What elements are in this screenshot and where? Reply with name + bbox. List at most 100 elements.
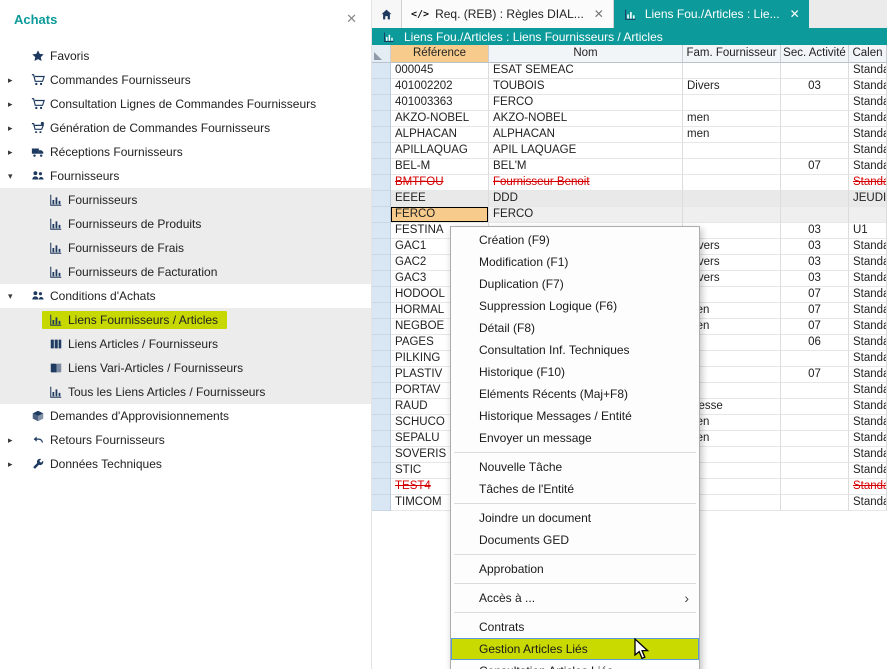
cell-sec[interactable] xyxy=(781,127,849,143)
row-selector[interactable] xyxy=(372,255,391,271)
row-selector[interactable] xyxy=(372,383,391,399)
cell-fam[interactable]: men xyxy=(683,111,781,127)
context-menu-item[interactable]: Tâches de l'Entité xyxy=(451,478,699,500)
cell-cal[interactable]: U1 xyxy=(849,223,887,239)
table-row[interactable]: ALPHACANALPHACANmenStandard xyxy=(372,127,887,143)
cell-sec[interactable]: 03 xyxy=(781,79,849,95)
cell-nom[interactable]: ESAT SEMEAC xyxy=(489,63,683,79)
sidebar-item[interactable]: Liens Articles / Fournisseurs xyxy=(0,332,371,356)
cell-sec[interactable]: 07 xyxy=(781,287,849,303)
expand-arrow-icon[interactable]: ▸ xyxy=(8,75,24,86)
table-row[interactable]: BEL-MBEL'M07Standard xyxy=(372,159,887,175)
table-row[interactable]: 401003363FERCOStandard xyxy=(372,95,887,111)
tab-home[interactable] xyxy=(372,0,402,28)
row-selector[interactable] xyxy=(372,335,391,351)
cell-sec[interactable]: 07 xyxy=(781,303,849,319)
cell-fam[interactable] xyxy=(683,159,781,175)
table-row[interactable]: 401002202TOUBOISDivers03Standard xyxy=(372,79,887,95)
cell-cal[interactable]: Standard xyxy=(849,159,887,175)
cell-ref[interactable]: APILLAQUAG xyxy=(391,143,489,159)
row-selector[interactable] xyxy=(372,319,391,335)
expand-arrow-icon[interactable]: ▸ xyxy=(8,123,24,134)
cell-ref[interactable]: 401003363 xyxy=(391,95,489,111)
sidebar-item[interactable]: Fournisseurs xyxy=(0,188,371,212)
cell-nom[interactable]: DDD xyxy=(489,191,683,207)
context-menu-item[interactable]: Historique (F10) xyxy=(451,361,699,383)
column-header[interactable]: Calen xyxy=(849,45,887,63)
cell-sec[interactable] xyxy=(781,463,849,479)
row-selector[interactable] xyxy=(372,351,391,367)
context-menu-item[interactable]: Détail (F8) xyxy=(451,317,699,339)
cell-cal[interactable]: Standard xyxy=(849,271,887,287)
cell-sec[interactable] xyxy=(781,383,849,399)
table-row[interactable]: BMTFOUFournisseur BenoitStandard xyxy=(372,175,887,191)
context-menu-item[interactable]: Modification (F1) xyxy=(451,251,699,273)
cell-nom[interactable]: AKZO-NOBEL xyxy=(489,111,683,127)
table-row[interactable]: APILLAQUAGAPIL LAQUAGEStandard xyxy=(372,143,887,159)
sidebar-item[interactable]: ▸Consultation Lignes de Commandes Fourni… xyxy=(0,92,371,116)
row-selector[interactable] xyxy=(372,303,391,319)
row-selector[interactable] xyxy=(372,63,391,79)
expand-arrow-icon[interactable]: ▾ xyxy=(8,171,24,182)
sidebar-item[interactable]: ▾Conditions d'Achats xyxy=(0,284,371,308)
row-selector[interactable] xyxy=(372,175,391,191)
select-all-corner[interactable] xyxy=(372,45,391,63)
cell-ref[interactable]: BEL-M xyxy=(391,159,489,175)
row-selector[interactable] xyxy=(372,143,391,159)
row-selector[interactable] xyxy=(372,367,391,383)
context-menu-item[interactable]: Envoyer un message xyxy=(451,427,699,449)
context-menu-item[interactable]: Documents GED xyxy=(451,529,699,551)
cell-sec[interactable] xyxy=(781,447,849,463)
row-selector[interactable] xyxy=(372,271,391,287)
sidebar-item[interactable]: Fournisseurs de Facturation xyxy=(0,260,371,284)
context-menu-item[interactable]: Nouvelle Tâche xyxy=(451,456,699,478)
cell-fam[interactable]: Divers xyxy=(683,79,781,95)
sidebar-item[interactable]: ▸Réceptions Fournisseurs xyxy=(0,140,371,164)
cell-cal[interactable]: Standard xyxy=(849,431,887,447)
cell-cal[interactable]: Standard xyxy=(849,95,887,111)
cell-fam[interactable] xyxy=(683,143,781,159)
column-header[interactable]: Nom xyxy=(489,45,683,63)
row-selector[interactable] xyxy=(372,431,391,447)
cell-cal[interactable]: Standard xyxy=(849,495,887,511)
cell-cal[interactable]: Standard xyxy=(849,239,887,255)
cell-ref[interactable]: FERCO xyxy=(391,207,489,223)
cell-sec[interactable] xyxy=(781,479,849,495)
cell-nom[interactable]: APIL LAQUAGE xyxy=(489,143,683,159)
cell-sec[interactable] xyxy=(781,191,849,207)
cell-nom[interactable]: ALPHACAN xyxy=(489,127,683,143)
cell-cal[interactable]: Standard xyxy=(849,479,887,495)
cell-ref[interactable]: 000045 xyxy=(391,63,489,79)
row-selector[interactable] xyxy=(372,223,391,239)
cell-nom[interactable]: Fournisseur Benoit xyxy=(489,175,683,191)
row-selector[interactable] xyxy=(372,191,391,207)
table-row[interactable]: FERCOFERCO xyxy=(372,207,887,223)
sidebar-item[interactable]: ▸Commandes Fournisseurs xyxy=(0,68,371,92)
expand-arrow-icon[interactable]: ▸ xyxy=(8,459,24,470)
cell-sec[interactable] xyxy=(781,399,849,415)
cell-ref[interactable]: ALPHACAN xyxy=(391,127,489,143)
column-header[interactable]: Fam. Fournisseur xyxy=(683,45,781,63)
expand-arrow-icon[interactable]: ▸ xyxy=(8,99,24,110)
cell-fam[interactable] xyxy=(683,175,781,191)
context-menu-item[interactable]: Création (F9) xyxy=(451,229,699,251)
column-header[interactable]: Sec. Activité xyxy=(781,45,849,63)
table-row[interactable]: 000045ESAT SEMEACStandard xyxy=(372,63,887,79)
row-selector[interactable] xyxy=(372,447,391,463)
cell-sec[interactable] xyxy=(781,351,849,367)
sidebar-item[interactable]: Liens Vari-Articles / Fournisseurs xyxy=(0,356,371,380)
cell-cal[interactable]: Standard xyxy=(849,127,887,143)
cell-cal[interactable]: Standard xyxy=(849,367,887,383)
sidebar-item[interactable]: Liens Fournisseurs / Articles xyxy=(0,308,371,332)
cell-fam[interactable] xyxy=(683,191,781,207)
cell-cal[interactable]: Standard xyxy=(849,319,887,335)
cell-cal[interactable]: Standard xyxy=(849,351,887,367)
row-selector[interactable] xyxy=(372,239,391,255)
row-selector[interactable] xyxy=(372,463,391,479)
context-menu-item[interactable]: Consultation Articles Liés xyxy=(451,660,699,669)
sidebar-item[interactable]: Fournisseurs de Frais xyxy=(0,236,371,260)
row-selector[interactable] xyxy=(372,399,391,415)
cell-sec[interactable]: 03 xyxy=(781,223,849,239)
context-menu-item[interactable]: Eléments Récents (Maj+F8) xyxy=(451,383,699,405)
context-menu-item[interactable]: Consultation Inf. Techniques xyxy=(451,339,699,361)
